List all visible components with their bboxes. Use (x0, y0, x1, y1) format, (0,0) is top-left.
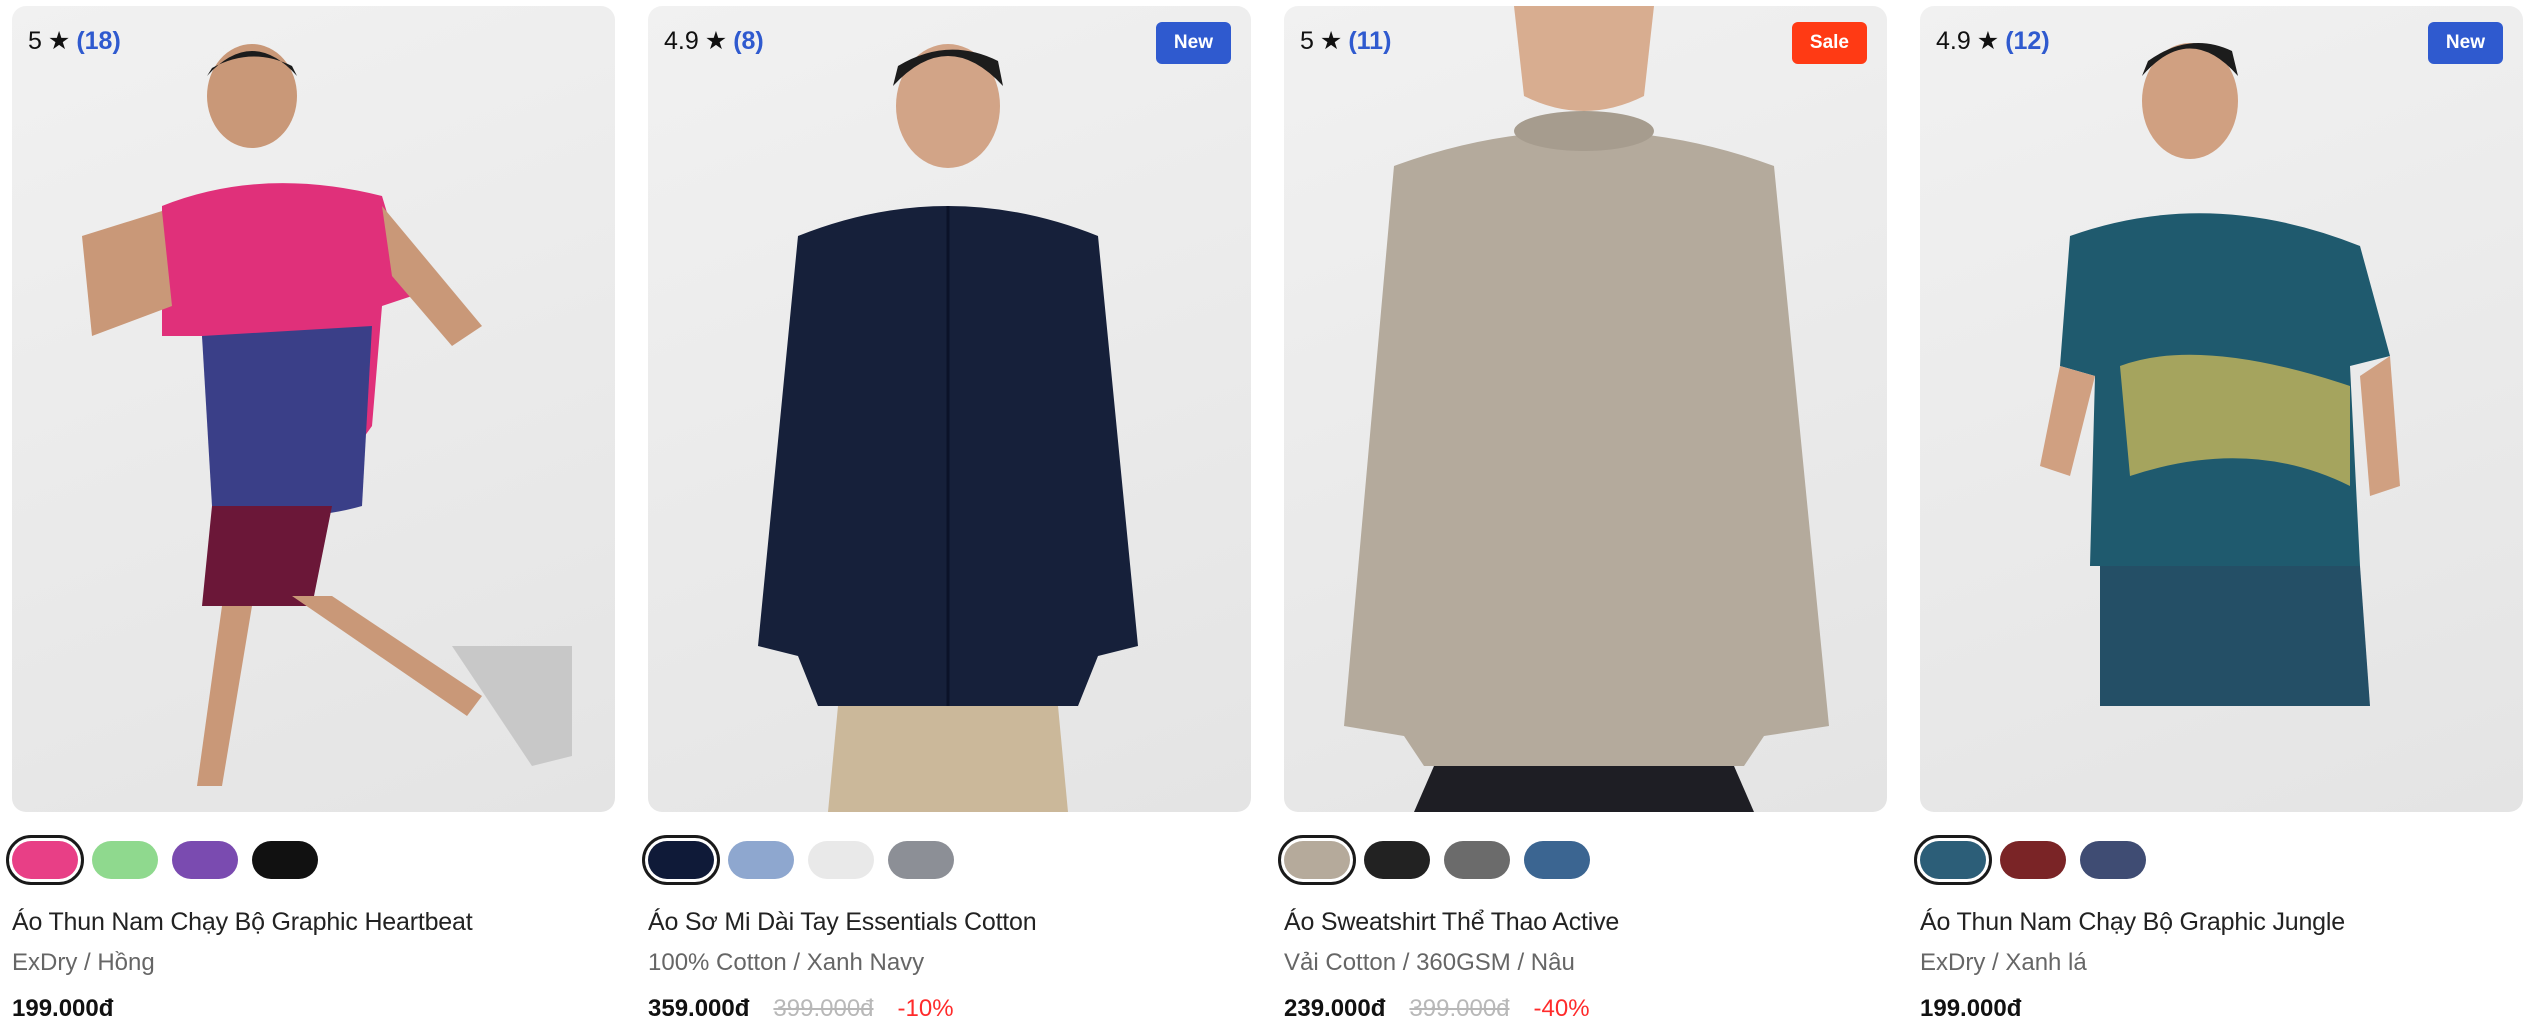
color-swatch[interactable] (6, 835, 84, 885)
color-swatch[interactable] (1364, 841, 1430, 879)
product-name[interactable]: Áo Sweatshirt Thể Thao Active (1284, 908, 1887, 937)
product-grid: 5 ★ (18) Áo Thun Nam Chạy Bộ Graphic Hea… (6, 6, 2523, 1023)
new-badge: New (2427, 22, 2503, 64)
color-swatch[interactable] (1444, 841, 1510, 879)
product-subtitle: ExDry / Xanh lá (1920, 949, 2087, 976)
model-navy-shirt-image (758, 44, 1138, 812)
color-swatches (1914, 835, 2523, 885)
rating-value: 4.9 (1936, 26, 1971, 55)
color-swatch[interactable] (172, 841, 238, 879)
review-count[interactable]: (11) (1348, 27, 1391, 56)
review-count[interactable]: (12) (2005, 27, 2049, 56)
color-swatches (642, 835, 1251, 885)
rating: 5 ★ (18) (28, 26, 121, 56)
rating: 5 ★ (11) (1300, 26, 1391, 56)
new-badge: New (1155, 22, 1231, 64)
color-swatch[interactable] (1278, 835, 1356, 885)
color-swatch[interactable] (642, 835, 720, 885)
product-card[interactable]: 4.9 ★ (8) New Áo Sơ Mi Dài Tay Essential… (642, 6, 1251, 1023)
color-swatches (1278, 835, 1887, 885)
product-name[interactable]: Áo Sơ Mi Dài Tay Essentials Cotton (648, 908, 1251, 937)
discount: -40% (1533, 995, 1590, 1022)
product-image[interactable]: 4.9 ★ (8) New (648, 6, 1251, 812)
color-swatch[interactable] (92, 841, 158, 879)
rating-value: 5 (28, 26, 42, 55)
price: 359.000đ (648, 995, 750, 1022)
old-price: 399.000đ (1409, 995, 1510, 1022)
review-count[interactable]: (18) (76, 27, 120, 56)
review-count[interactable]: (8) (733, 27, 764, 56)
rating-value: 5 (1300, 26, 1314, 55)
price: 199.000đ (1920, 995, 2022, 1022)
product-card[interactable]: 5 ★ (11) Sale Áo Sweatshirt Thể Thao Act… (1278, 6, 1887, 1023)
color-swatches (6, 835, 615, 885)
model-beige-sweatshirt-image (1344, 6, 1829, 812)
sale-badge: Sale (1791, 22, 1867, 64)
discount: -10% (897, 995, 954, 1022)
model-running-jungle-shirt-image (2040, 43, 2400, 706)
color-swatch[interactable] (1914, 835, 1992, 885)
star-icon: ★ (704, 27, 728, 55)
star-icon: ★ (47, 27, 71, 55)
color-swatch[interactable] (2000, 841, 2066, 879)
price: 239.000đ (1284, 995, 1386, 1022)
price-row: 239.000đ 399.000đ -40% (1284, 995, 1887, 1023)
product-card[interactable]: 4.9 ★ (12) New Áo Thun Nam Chạy Bộ Graph… (1914, 6, 2523, 1023)
color-swatch[interactable] (888, 841, 954, 879)
product-image[interactable]: 5 ★ (11) Sale (1284, 6, 1887, 812)
product-subtitle: ExDry / Hồng (12, 949, 155, 976)
price-row: 359.000đ 399.000đ -10% (648, 995, 1251, 1023)
old-price: 399.000đ (773, 995, 874, 1022)
price-row: 199.000đ (1920, 995, 2523, 1023)
price: 199.000đ (12, 995, 114, 1022)
product-subtitle: Vải Cotton / 360GSM / Nâu (1284, 949, 1575, 976)
product-subtitle: 100% Cotton / Xanh Navy (648, 949, 925, 976)
product-image[interactable]: 5 ★ (18) (12, 6, 615, 812)
rating: 4.9 ★ (12) (1936, 26, 2050, 56)
star-icon: ★ (1976, 27, 2000, 55)
product-card[interactable]: 5 ★ (18) Áo Thun Nam Chạy Bộ Graphic Hea… (6, 6, 615, 1023)
rating-value: 4.9 (664, 26, 699, 55)
star-icon: ★ (1319, 27, 1343, 55)
color-swatch[interactable] (1524, 841, 1590, 879)
color-swatch[interactable] (728, 841, 794, 879)
product-image[interactable]: 4.9 ★ (12) New (1920, 6, 2523, 812)
product-name[interactable]: Áo Thun Nam Chạy Bộ Graphic Jungle (1920, 908, 2523, 937)
product-name[interactable]: Áo Thun Nam Chạy Bộ Graphic Heartbeat (12, 908, 615, 937)
rating: 4.9 ★ (8) (664, 26, 764, 56)
price-row: 199.000đ (12, 995, 615, 1023)
color-swatch[interactable] (252, 841, 318, 879)
color-swatch[interactable] (2080, 841, 2146, 879)
model-running-pink-shirt-image (82, 44, 572, 786)
color-swatch[interactable] (808, 841, 874, 879)
